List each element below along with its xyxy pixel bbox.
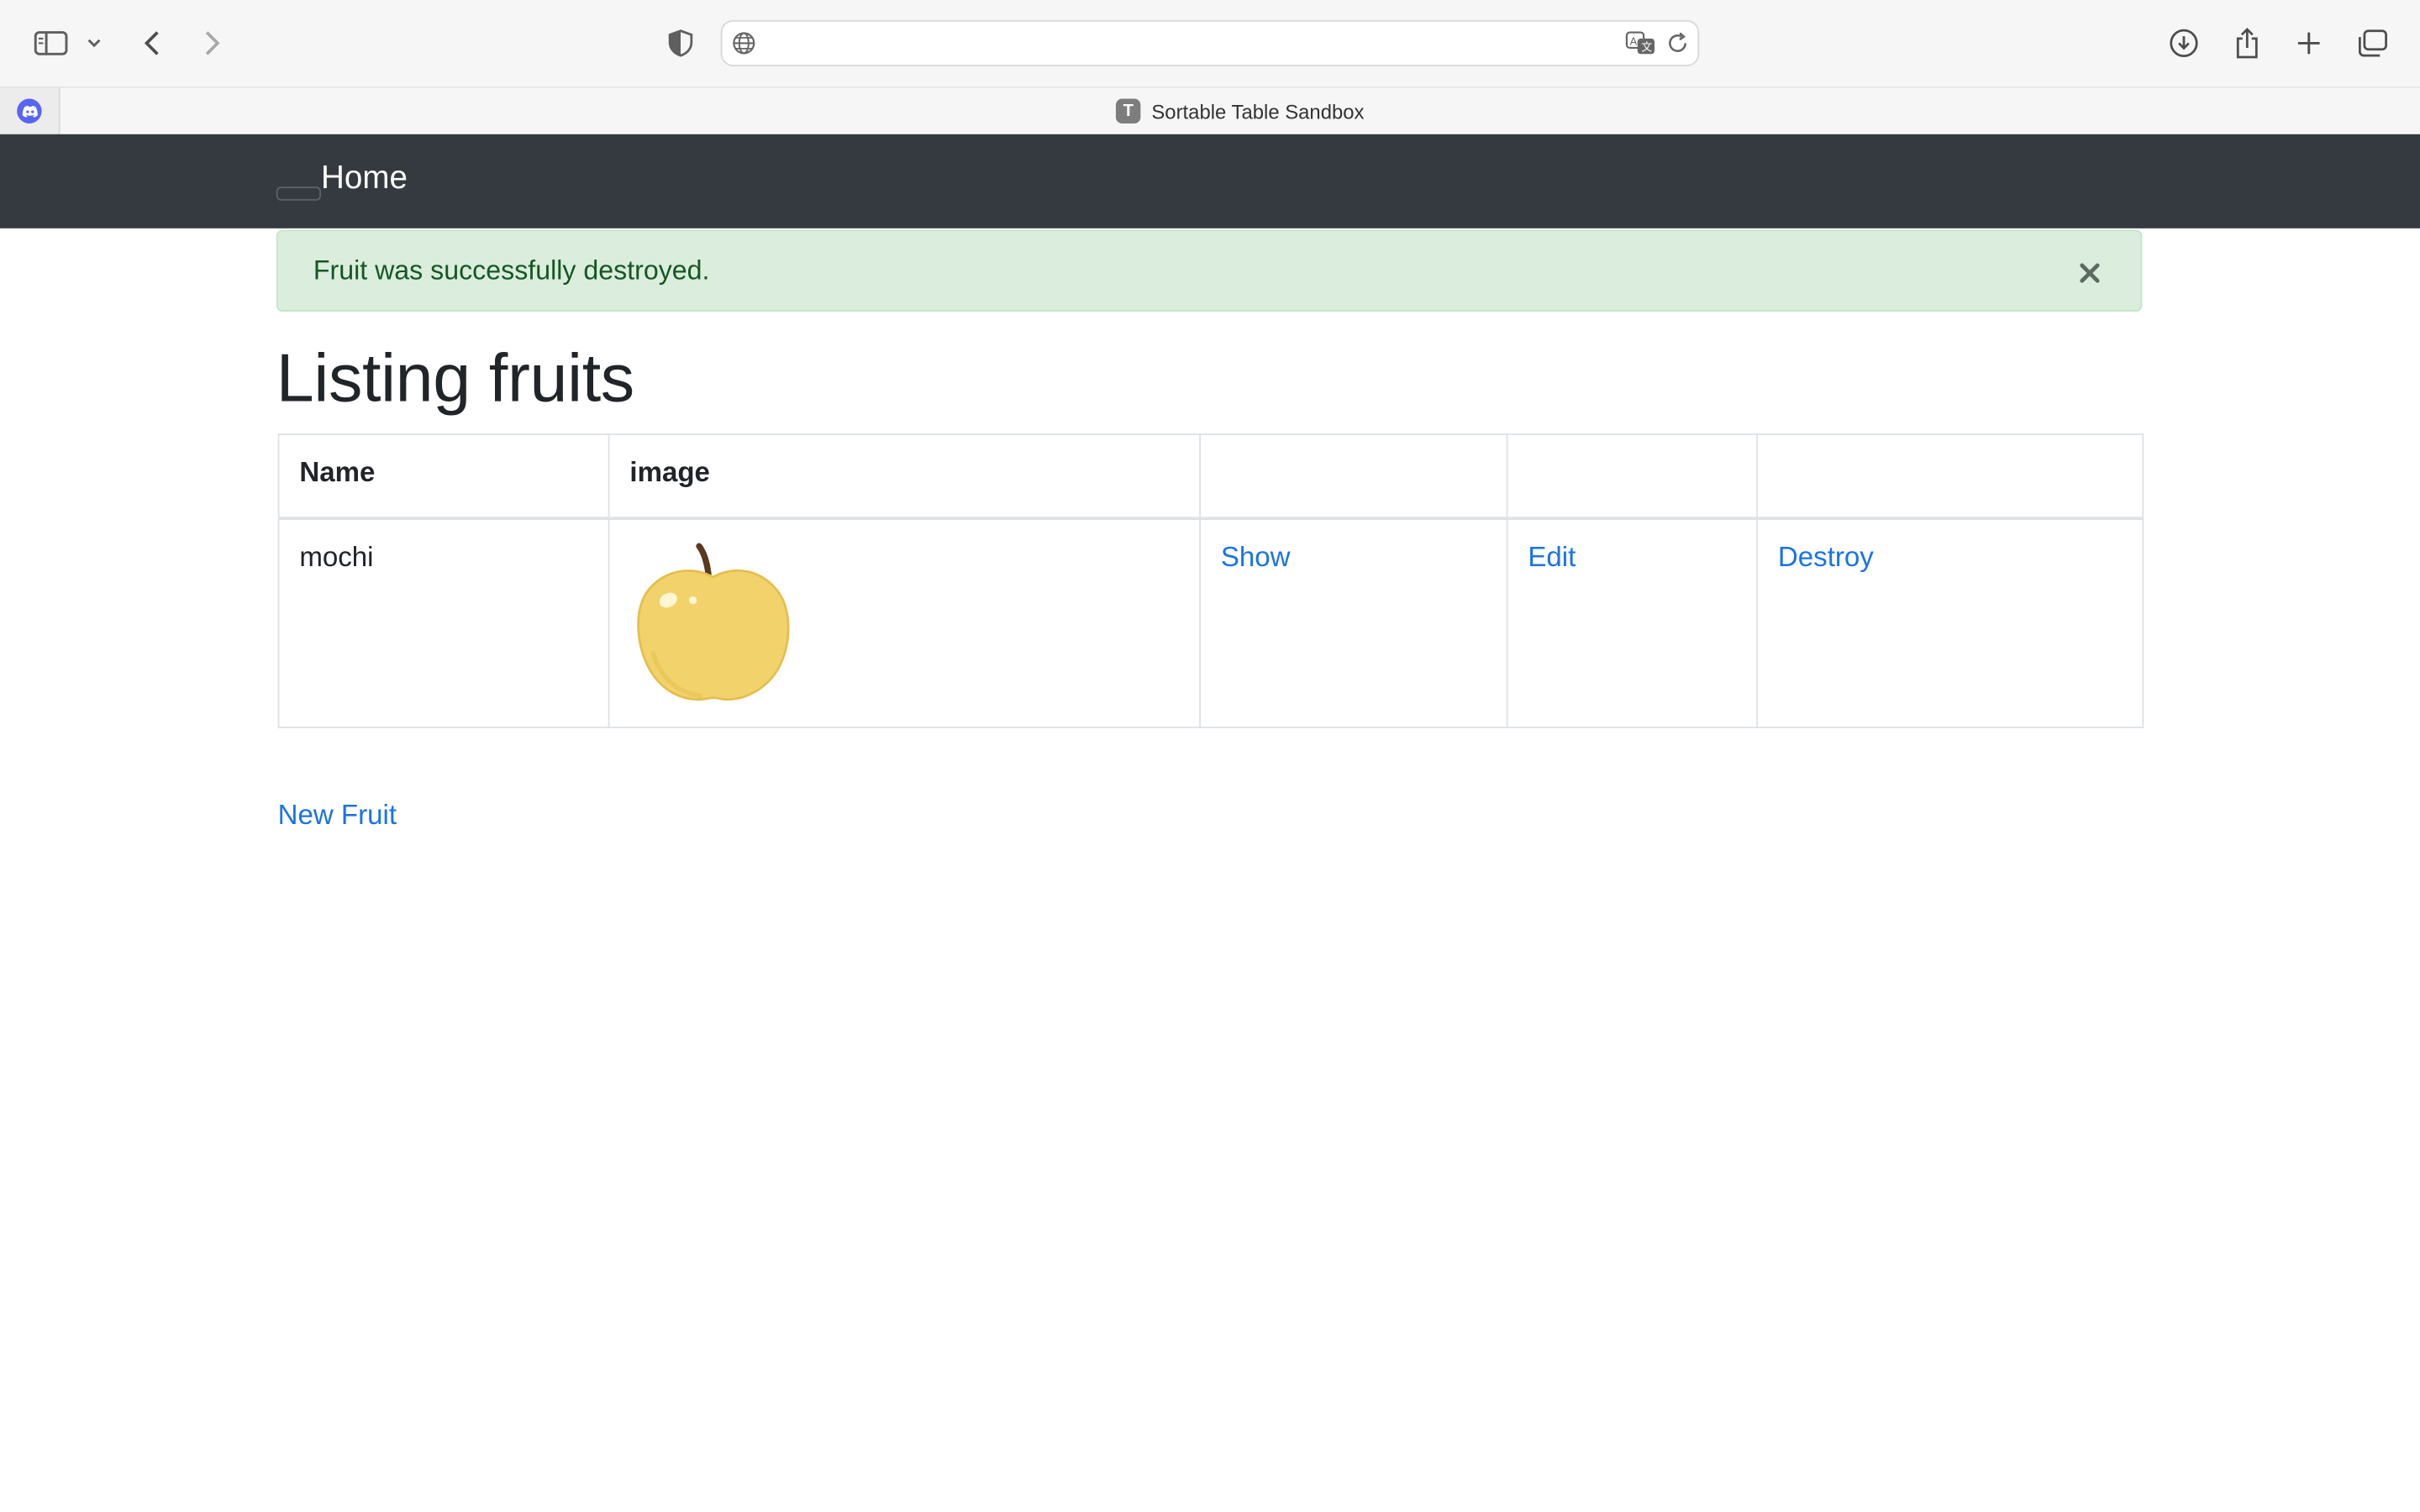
discord-icon bbox=[17, 98, 42, 123]
edit-cell: Edit bbox=[1506, 517, 1759, 728]
reload-icon[interactable] bbox=[1665, 31, 1690, 55]
table-header-row: Name image bbox=[277, 433, 2144, 520]
translate-icon[interactable]: A文 bbox=[1625, 31, 1656, 55]
close-icon[interactable] bbox=[2073, 255, 2107, 291]
column-header-name[interactable]: Name bbox=[277, 433, 610, 520]
sidebar-toggle-icon[interactable] bbox=[29, 22, 72, 65]
globe-icon bbox=[732, 31, 756, 55]
show-link[interactable]: Show bbox=[1221, 541, 1291, 572]
fruits-table: Name image mochi Show Edit Destroy bbox=[277, 433, 2144, 728]
column-header-blank bbox=[1199, 433, 1508, 520]
privacy-shield-icon[interactable] bbox=[659, 22, 702, 65]
navbar-toggler-button[interactable] bbox=[276, 186, 322, 201]
yellow-apple-image bbox=[637, 542, 790, 701]
downloads-icon[interactable] bbox=[2162, 22, 2205, 65]
column-header-blank bbox=[1756, 433, 2144, 520]
share-icon[interactable] bbox=[2226, 22, 2269, 65]
column-header-blank bbox=[1506, 433, 1759, 520]
chevron-down-icon[interactable] bbox=[77, 22, 111, 65]
alert-message: Fruit was successfully destroyed. bbox=[313, 255, 710, 286]
edit-link[interactable]: Edit bbox=[1528, 541, 1576, 572]
fruit-name-cell: mochi bbox=[277, 517, 610, 728]
tab-title: Sortable Table Sandbox bbox=[1151, 99, 1365, 123]
show-cell: Show bbox=[1199, 517, 1508, 728]
forward-arrow-icon[interactable] bbox=[190, 22, 233, 65]
browser-toolbar: A文 bbox=[0, 0, 2420, 87]
active-tab[interactable]: T Sortable Table Sandbox bbox=[60, 88, 2420, 134]
tab-strip: T Sortable Table Sandbox bbox=[0, 86, 2420, 134]
navbar-brand-home-link[interactable]: Home bbox=[321, 160, 408, 197]
back-arrow-icon[interactable] bbox=[131, 22, 174, 65]
column-header-image[interactable]: image bbox=[608, 433, 1201, 520]
site-favicon: T bbox=[1116, 98, 1141, 123]
pinned-tab[interactable] bbox=[0, 87, 60, 134]
destroy-cell: Destroy bbox=[1756, 517, 2144, 728]
address-bar[interactable]: A文 bbox=[720, 19, 1700, 66]
success-alert: Fruit was successfully destroyed. bbox=[276, 229, 2143, 312]
new-tab-plus-icon[interactable] bbox=[2287, 22, 2330, 65]
fruit-image-cell bbox=[608, 517, 1201, 728]
page-title: Listing fruits bbox=[276, 340, 634, 417]
svg-text:文: 文 bbox=[1641, 41, 1652, 54]
table-row: mochi Show Edit Destroy bbox=[277, 517, 2144, 728]
destroy-link[interactable]: Destroy bbox=[1778, 541, 1874, 572]
new-fruit-link[interactable]: New Fruit bbox=[278, 799, 397, 832]
tab-overview-icon[interactable] bbox=[2350, 22, 2393, 65]
navbar: Home bbox=[0, 134, 2420, 228]
svg-text:A: A bbox=[1630, 34, 1638, 47]
